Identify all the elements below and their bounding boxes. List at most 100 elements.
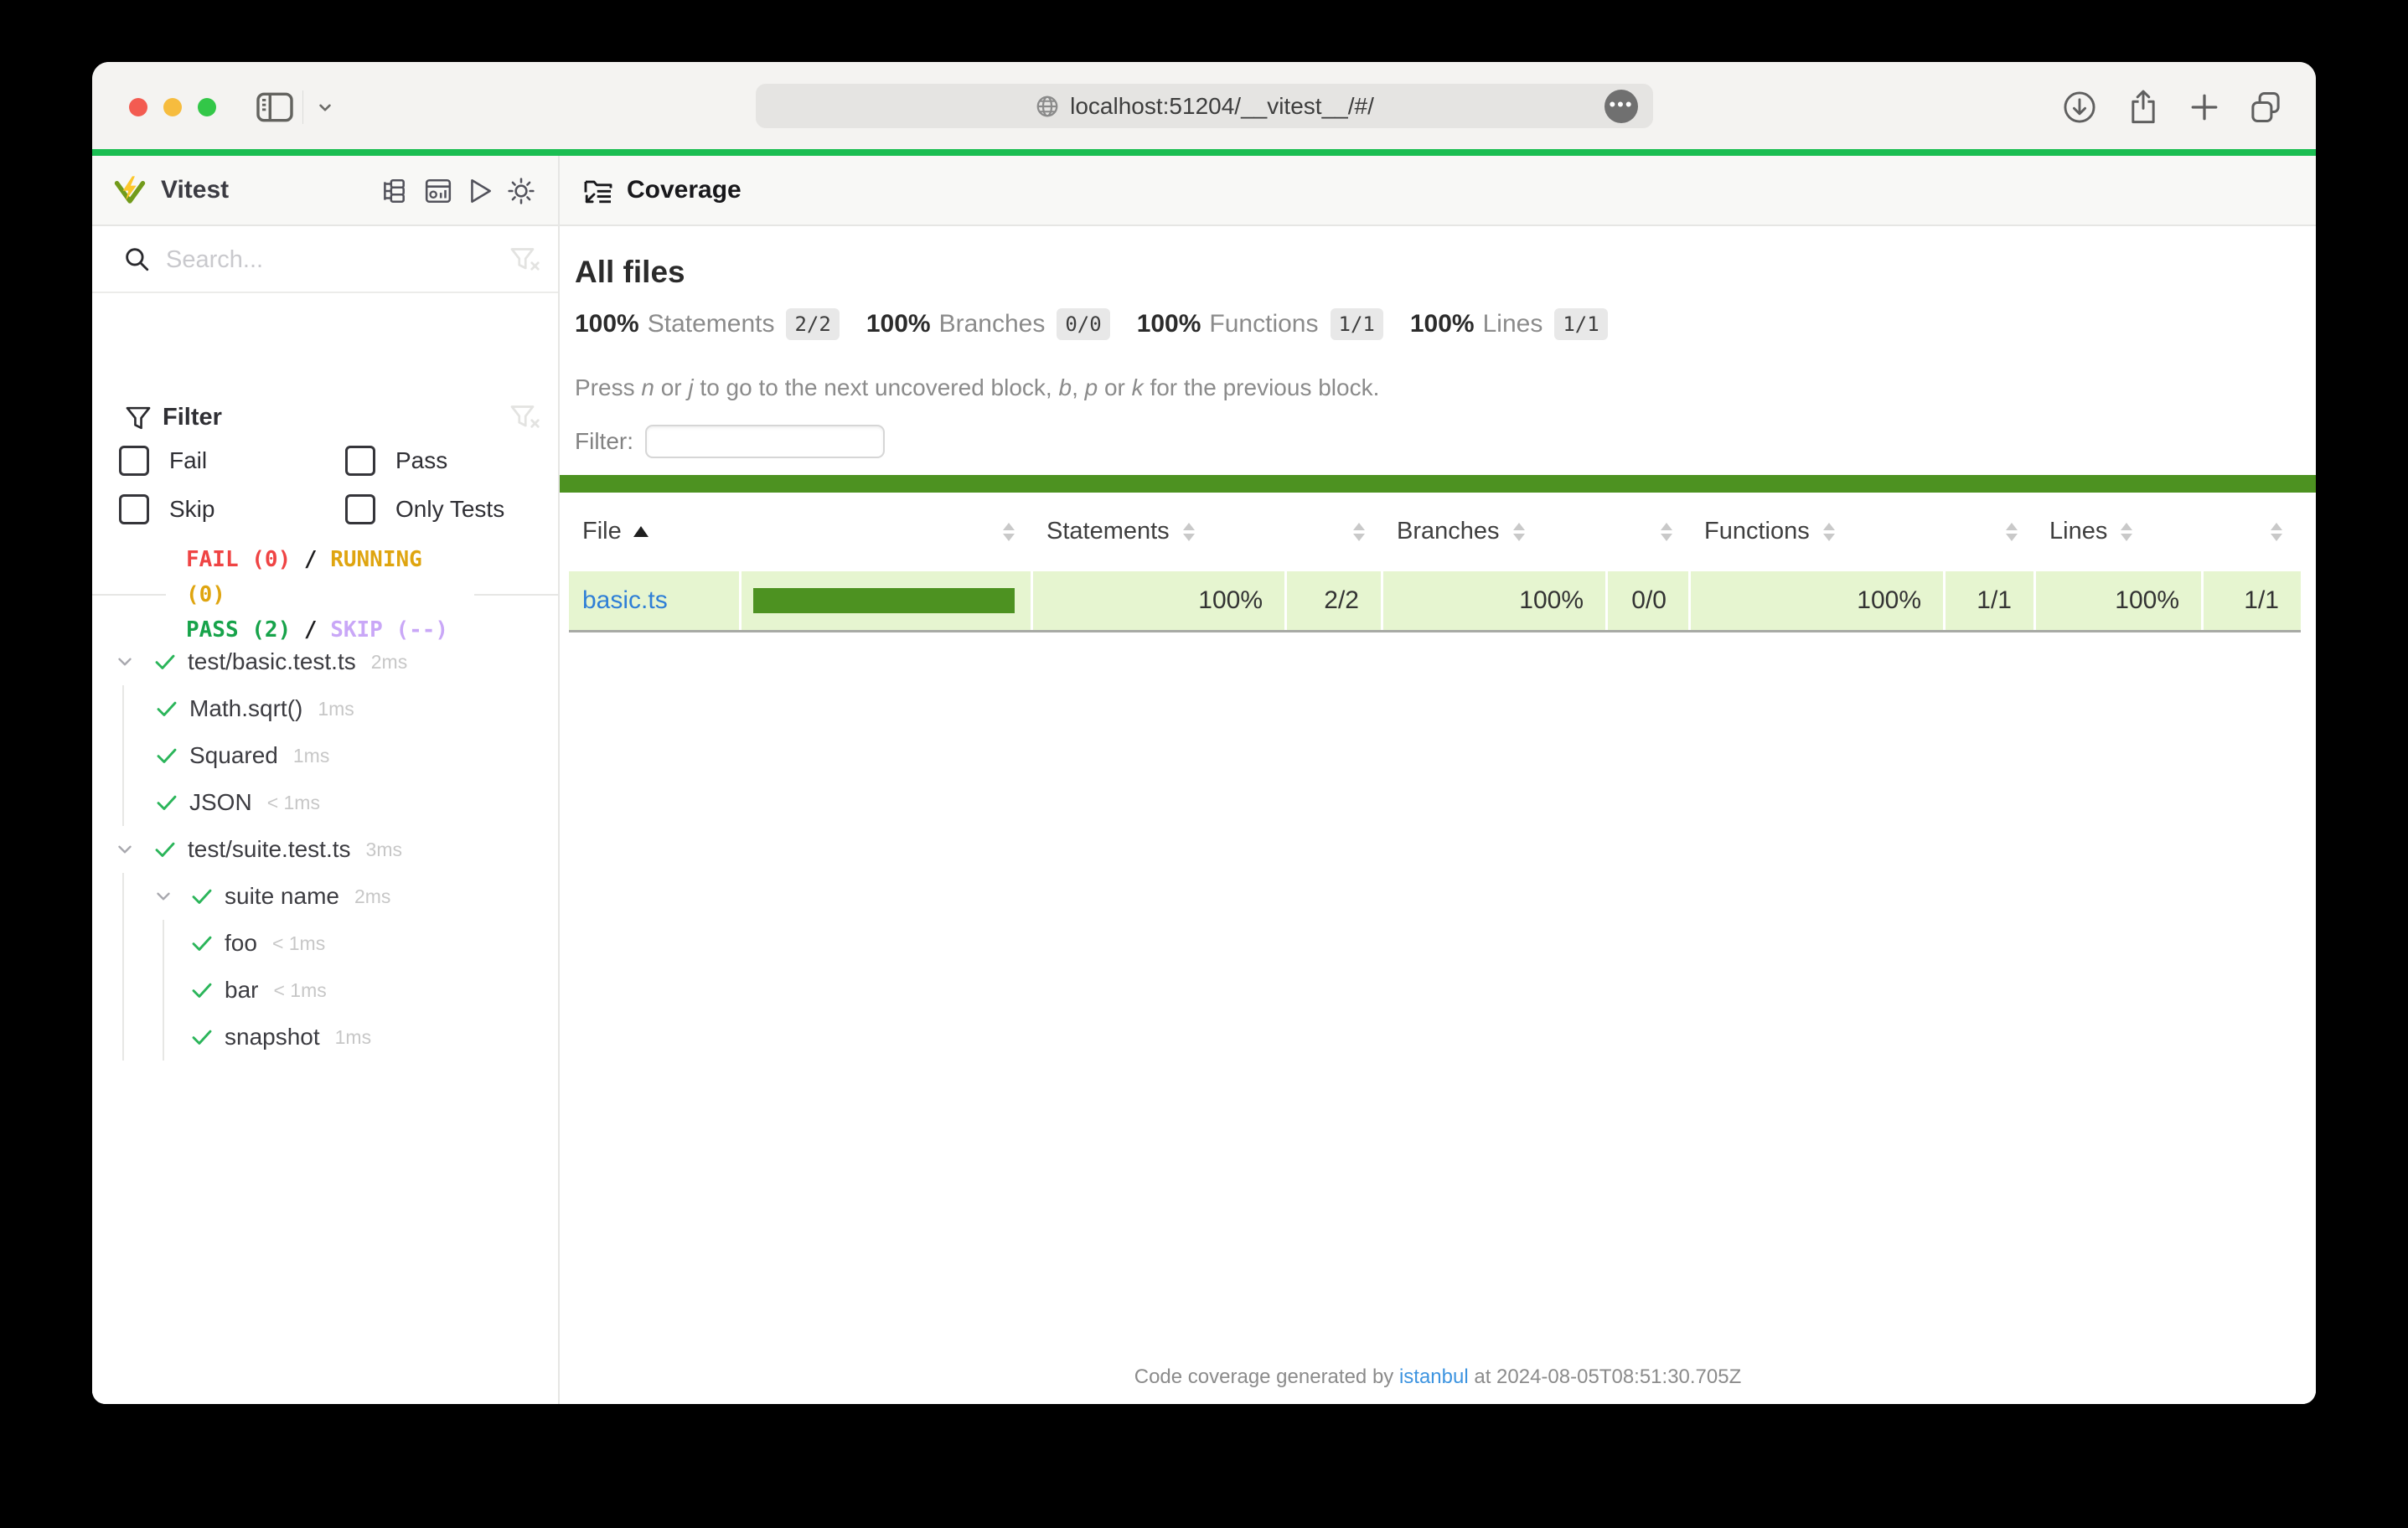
address-bar[interactable]: localhost:51204/__vitest__/#/ ••• — [756, 84, 1653, 128]
vitest-app: Vitest — [92, 156, 2316, 1404]
coverage-value-cell: 1/1 — [1946, 571, 2036, 630]
file-cell: basic.ts — [569, 571, 742, 630]
share-button[interactable] — [2123, 87, 2163, 127]
checkbox-box — [119, 494, 149, 524]
tree-item-text: test/suite.test.ts3ms — [188, 826, 402, 873]
test-name: JSON — [189, 789, 252, 816]
sort-icon — [2006, 523, 2018, 541]
main-panel: Coverage All files 100%Statements2/2100%… — [560, 156, 2316, 1404]
coverage-filter-row: Filter: — [575, 422, 885, 461]
vitest-logo-icon — [114, 174, 146, 206]
new-tab-button[interactable] — [2184, 87, 2225, 127]
stat-percentage: 100% — [1410, 310, 1475, 338]
test-summary: FAIL (0) / RUNNING (0) PASS (2) / SKIP (… — [166, 555, 474, 635]
toolbar-chevron-button[interactable] — [305, 87, 345, 127]
funnel-icon — [122, 402, 154, 434]
sidebar-toggle-button[interactable] — [255, 87, 295, 127]
test-duration: 3ms — [366, 839, 402, 861]
test-duration: 1ms — [293, 745, 329, 767]
column-header-sorter[interactable] — [1287, 492, 1383, 571]
play-icon — [466, 177, 494, 205]
checkbox-pass[interactable]: Pass — [345, 439, 447, 483]
column-header-functions[interactable]: Functions — [1691, 492, 1946, 571]
tree-item-test2[interactable]: bar< 1ms — [92, 967, 558, 1014]
column-label: Lines — [2049, 518, 2107, 545]
theme-toggle-button[interactable] — [502, 172, 540, 210]
column-label: Branches — [1397, 518, 1500, 545]
coverage-value-cell: 100% — [1383, 571, 1608, 630]
column-header-sorter[interactable] — [742, 492, 1033, 571]
clear-filter-icon[interactable] — [508, 400, 541, 434]
globe-icon — [1035, 94, 1060, 119]
dashboard-icon — [424, 177, 452, 205]
tree-item-test1[interactable]: Math.sqrt()1ms — [92, 685, 558, 732]
checkbox-only-tests[interactable]: Only Tests — [345, 488, 504, 531]
tab-overview-button[interactable] — [2245, 87, 2286, 127]
chevron-down-icon — [314, 96, 336, 118]
column-header-lines[interactable]: Lines — [2036, 492, 2204, 571]
chevron-down-icon[interactable] — [114, 651, 136, 673]
test-duration: < 1ms — [273, 979, 326, 1002]
tree-item-test1[interactable]: Squared 1ms — [92, 732, 558, 779]
coverage-value-cell: 2/2 — [1287, 571, 1383, 630]
checkbox-skip[interactable]: Skip — [119, 488, 214, 531]
pass-check-icon — [154, 696, 179, 721]
tree-item-suite[interactable]: suite name2ms — [92, 873, 558, 920]
clear-search-filter-icon[interactable] — [508, 243, 541, 276]
text-segment: FAIL (0) — [186, 547, 291, 572]
tree-item-test1[interactable]: JSON< 1ms — [92, 779, 558, 826]
coverage-filter-label: Filter: — [575, 428, 633, 455]
stat-percentage: 100% — [1137, 310, 1201, 338]
stat-fraction-badge: 1/1 — [1554, 308, 1607, 340]
column-header-sorter[interactable] — [1608, 492, 1691, 571]
app-title: Vitest — [161, 156, 229, 225]
tree-indent-guide — [122, 1014, 124, 1061]
traffic-close-button[interactable] — [129, 98, 147, 116]
chevron-down-icon[interactable] — [152, 885, 174, 907]
chevron-down-icon[interactable] — [114, 839, 136, 860]
tree-indent-guide — [163, 967, 164, 1014]
checkbox-fail[interactable]: Fail — [119, 439, 207, 483]
coverage-bar — [753, 588, 1015, 613]
coverage-value-cell: 100% — [1691, 571, 1946, 630]
downloads-button[interactable] — [2059, 87, 2100, 127]
tree-item-test2[interactable]: snapshot1ms — [92, 1014, 558, 1061]
tree-view-button[interactable] — [375, 172, 413, 210]
traffic-zoom-button[interactable] — [198, 98, 216, 116]
pass-check-icon — [152, 649, 178, 674]
dashboard-button[interactable] — [419, 172, 457, 210]
search-input[interactable] — [164, 238, 444, 281]
text-segment: n — [641, 374, 654, 400]
coverage-table-header: File Statements Branches Functions Lines — [569, 492, 2301, 571]
vitest-progress-bar — [92, 149, 2316, 156]
sun-icon — [507, 177, 535, 205]
page-settings-button[interactable]: ••• — [1604, 90, 1638, 123]
tree-item-test2[interactable]: foo< 1ms — [92, 920, 558, 967]
sort-icon — [1353, 523, 1365, 541]
text-segment: p — [1085, 374, 1098, 400]
column-header-sorter[interactable] — [2204, 492, 2301, 571]
column-header-statements[interactable]: Statements — [1033, 492, 1287, 571]
traffic-minimize-button[interactable] — [163, 98, 182, 116]
tree-indent-guide — [122, 779, 124, 826]
run-all-button[interactable] — [461, 172, 499, 210]
column-header-branches[interactable]: Branches — [1383, 492, 1608, 571]
search-icon — [122, 245, 151, 273]
test-duration: < 1ms — [272, 932, 325, 955]
test-name: Squared — [189, 742, 278, 769]
stat-group-lines: 100%Lines1/1 — [1410, 308, 1608, 340]
column-header-file[interactable]: File — [569, 492, 742, 571]
tree-indent-guide — [122, 967, 124, 1014]
sort-icon — [1003, 523, 1015, 541]
tree-item-file[interactable]: test/suite.test.ts3ms — [92, 826, 558, 873]
coverage-navbar: Coverage — [560, 156, 2316, 226]
coverage-stats-row: 100%Statements2/2100%Branches0/0100%Func… — [575, 305, 1608, 343]
tree-indent-guide — [163, 920, 164, 967]
column-label: File — [582, 518, 622, 545]
file-link[interactable]: basic.ts — [582, 586, 668, 615]
tree-item-file[interactable]: test/basic.test.ts2ms — [92, 638, 558, 685]
coverage-filter-input[interactable] — [645, 425, 885, 458]
footer-link[interactable]: istanbul — [1399, 1365, 1469, 1388]
checkbox-label: Fail — [169, 447, 207, 474]
column-header-sorter[interactable] — [1946, 492, 2036, 571]
